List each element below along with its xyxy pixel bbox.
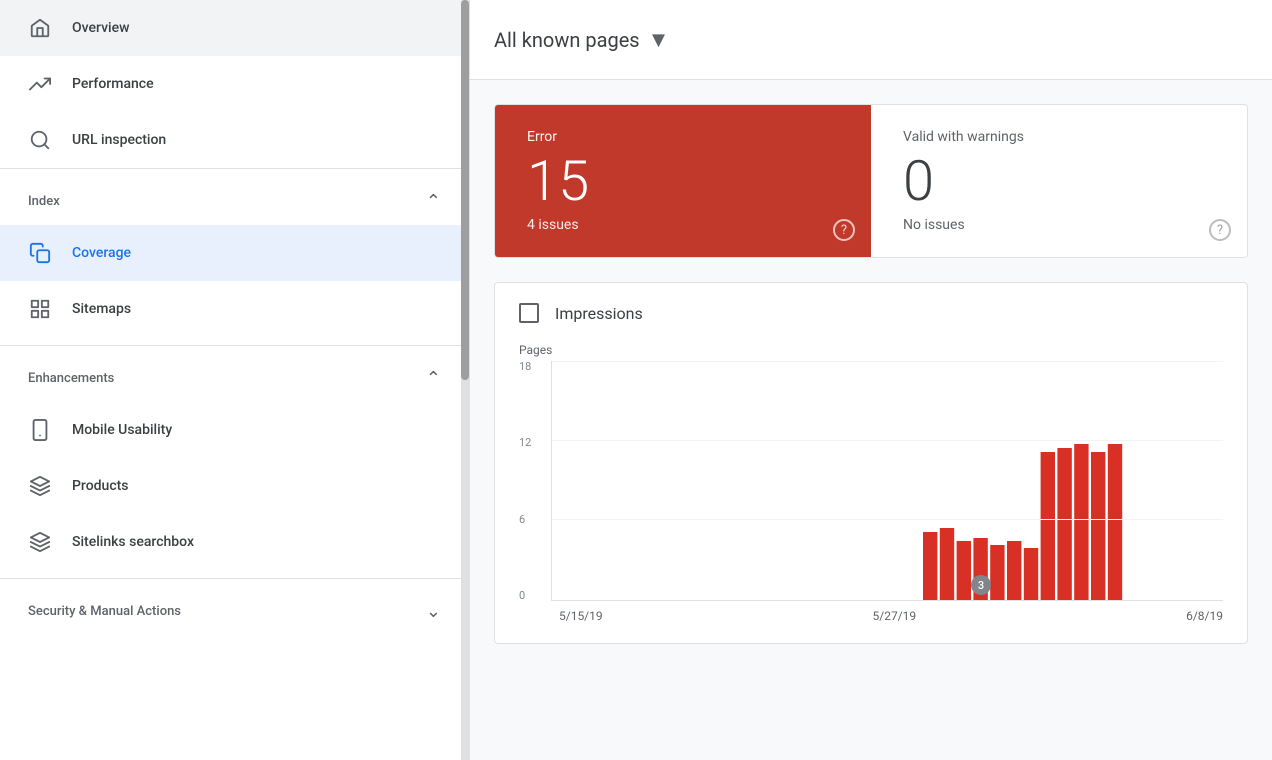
- sidebar-item-products[interactable]: Products: [0, 458, 469, 514]
- security-section-label: Security & Manual Actions: [28, 604, 181, 619]
- x-axis: 5/15/19 5/27/19 6/8/19: [519, 601, 1223, 623]
- impressions-label: Impressions: [555, 304, 643, 323]
- valid-help-icon[interactable]: ?: [1209, 219, 1231, 241]
- index-section-label: Index: [28, 194, 60, 209]
- top-bar: All known pages ▼: [470, 0, 1272, 80]
- valid-card: Valid with warnings 0 No issues ?: [871, 105, 1247, 257]
- y-value-12: 12: [519, 437, 543, 448]
- valid-card-number: 0: [903, 153, 1215, 209]
- error-card-sub: 4 issues: [527, 217, 839, 233]
- coverage-icon: [28, 241, 52, 265]
- impressions-section: Impressions Pages 18 12 6 0: [494, 282, 1248, 644]
- sidebar-item-overview-label: Overview: [72, 20, 129, 36]
- sidebar-item-products-label: Products: [72, 478, 129, 494]
- sidebar-item-url-inspection-label: URL inspection: [72, 132, 166, 148]
- layers2-icon: [28, 530, 52, 554]
- enhancements-section-label: Enhancements: [28, 371, 114, 386]
- page-selector-label: All known pages: [494, 28, 640, 52]
- sidebar: Overview Performance URL inspection Inde…: [0, 0, 470, 760]
- dropdown-arrow-icon: ▼: [648, 27, 670, 53]
- valid-card-label: Valid with warnings: [903, 129, 1215, 145]
- security-section: Security & Manual Actions ⌄: [0, 578, 469, 643]
- grid-line-12: [552, 440, 1223, 441]
- grid-line-6: [552, 519, 1223, 520]
- sidebar-item-performance-label: Performance: [72, 76, 154, 92]
- chart-y-label: Pages: [519, 343, 1223, 357]
- sidebar-item-performance[interactable]: Performance: [0, 56, 469, 112]
- impressions-header: Impressions: [519, 303, 1223, 323]
- enhancements-chevron-up-icon: ⌃: [426, 368, 441, 389]
- status-cards: Error 15 4 issues ? Valid with warnings …: [494, 104, 1248, 258]
- index-chevron-up-icon: ⌃: [426, 191, 441, 212]
- y-value-0: 0: [519, 590, 543, 601]
- index-section: Index ⌃ Coverage Sitemaps: [0, 168, 469, 345]
- sidebar-item-coverage[interactable]: Coverage: [0, 225, 469, 281]
- tooltip-badge: 3: [971, 575, 991, 595]
- enhancements-section-header[interactable]: Enhancements ⌃: [0, 354, 469, 402]
- error-card: Error 15 4 issues ?: [495, 105, 871, 257]
- y-value-6: 6: [519, 514, 543, 525]
- sidebar-item-coverage-label: Coverage: [72, 245, 131, 261]
- sidebar-item-sitemaps[interactable]: Sitemaps: [0, 281, 469, 337]
- enhancements-section: Enhancements ⌃ Mobile Usability Products: [0, 345, 469, 578]
- sidebar-item-url-inspection[interactable]: URL inspection: [0, 112, 469, 168]
- sidebar-scrollbar[interactable]: [461, 0, 469, 760]
- content-area: Error 15 4 issues ? Valid with warnings …: [470, 80, 1272, 760]
- sidebar-item-sitelinks-searchbox[interactable]: Sitelinks searchbox: [0, 514, 469, 570]
- main-content: All known pages ▼ Error 15 4 issues ? Va…: [470, 0, 1272, 760]
- chart-area: Pages 18 12 6 0: [519, 343, 1223, 623]
- error-card-number: 15: [527, 153, 839, 209]
- sitemaps-icon: [28, 297, 52, 321]
- layers-icon: [28, 474, 52, 498]
- index-section-header[interactable]: Index ⌃: [0, 177, 469, 225]
- x-label-1: 5/27/19: [873, 609, 917, 623]
- error-help-icon[interactable]: ?: [833, 219, 855, 241]
- error-card-label: Error: [527, 129, 839, 145]
- trending-up-icon: [28, 72, 52, 96]
- valid-card-sub: No issues: [903, 217, 1215, 233]
- sidebar-item-mobile-usability[interactable]: Mobile Usability: [0, 402, 469, 458]
- sidebar-item-overview[interactable]: Overview: [0, 0, 469, 56]
- security-chevron-down-icon: ⌄: [426, 601, 441, 622]
- y-value-18: 18: [519, 361, 543, 372]
- x-label-0: 5/15/19: [559, 609, 603, 623]
- sidebar-item-mobile-usability-label: Mobile Usability: [72, 422, 172, 438]
- impressions-checkbox[interactable]: [519, 303, 539, 323]
- page-selector[interactable]: All known pages ▼: [494, 27, 669, 53]
- home-icon: [28, 16, 52, 40]
- security-section-header[interactable]: Security & Manual Actions ⌄: [0, 587, 469, 635]
- grid-line-18: [552, 361, 1223, 362]
- x-label-2: 6/8/19: [1186, 609, 1223, 623]
- search-icon: [28, 128, 52, 152]
- mobile-icon: [28, 418, 52, 442]
- sidebar-item-sitemaps-label: Sitemaps: [72, 301, 131, 317]
- sidebar-item-sitelinks-searchbox-label: Sitelinks searchbox: [72, 534, 194, 550]
- scrollbar-thumb[interactable]: [461, 0, 469, 380]
